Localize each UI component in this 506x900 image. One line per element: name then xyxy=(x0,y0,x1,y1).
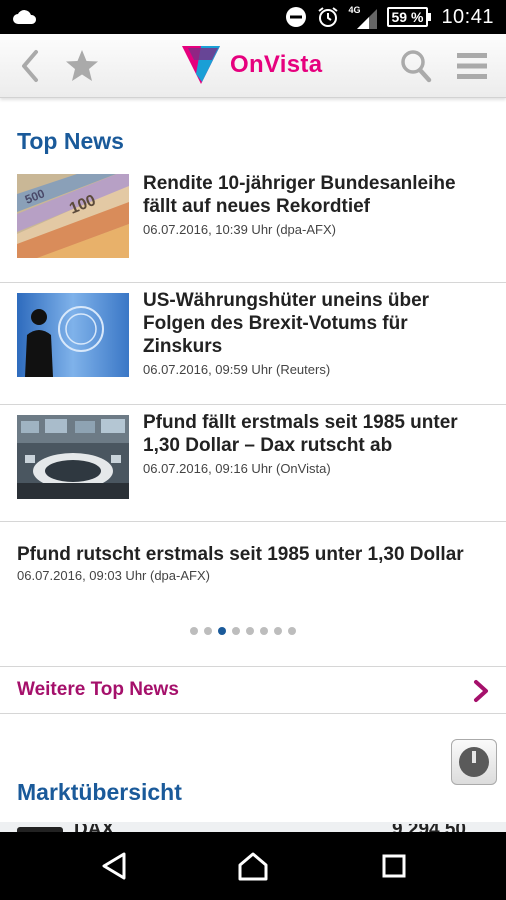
battery-tip xyxy=(428,13,432,21)
system-navigation-bar xyxy=(0,832,506,900)
main-content[interactable]: Top News 100 500 Rendite 10-jähriger Bun… xyxy=(0,98,506,832)
news-item[interactable]: Pfund fällt erstmals seit 1985 unter 1,3… xyxy=(0,412,506,515)
onvista-logo[interactable]: OnVista xyxy=(182,46,322,84)
app-header: OnVista xyxy=(0,34,506,98)
news-text: US-Währungshüter uneins über Folgen des … xyxy=(143,289,488,377)
news-item[interactable]: Pfund rutscht erstmals seit 1985 unter 1… xyxy=(0,543,506,607)
status-clock: 10:41 xyxy=(441,5,494,28)
top-news-title: Top News xyxy=(17,128,124,154)
signal-strength-icon xyxy=(356,9,377,29)
hamburger-menu-icon xyxy=(457,53,487,79)
alarm-icon xyxy=(317,7,338,27)
pager-dot[interactable] xyxy=(260,627,268,635)
trading-floor-image xyxy=(17,415,129,499)
market-row[interactable]: DAX 9.294,50 xyxy=(0,822,506,832)
index-name: DAX xyxy=(74,824,114,832)
onvista-logo-mark xyxy=(182,46,220,84)
home-icon xyxy=(238,852,268,881)
cloud-sync-icon xyxy=(13,10,37,24)
pager-dot[interactable] xyxy=(246,627,254,635)
nav-home-button[interactable] xyxy=(235,848,271,884)
battery-label: 59 % xyxy=(386,7,429,27)
triangle-back-icon xyxy=(102,852,126,880)
nav-recents-button[interactable] xyxy=(376,848,412,884)
news-item[interactable]: US-Währungshüter uneins über Folgen des … xyxy=(0,290,506,403)
carousel-pager[interactable] xyxy=(190,627,296,635)
recent-apps-icon xyxy=(382,854,406,878)
pager-dot[interactable] xyxy=(204,627,212,635)
search-button[interactable] xyxy=(396,46,436,86)
news-thumbnail xyxy=(17,293,129,377)
market-overview-title: Marktübersicht xyxy=(17,779,182,805)
news-meta: 06.07.2016, 09:59 Uhr (Reuters) xyxy=(143,362,331,377)
more-top-news-link[interactable]: Weitere Top News xyxy=(0,666,506,714)
pager-dot[interactable] xyxy=(274,627,282,635)
news-text: Pfund fällt erstmals seit 1985 unter 1,3… xyxy=(143,411,488,476)
more-top-news-label: Weitere Top News xyxy=(17,679,179,700)
divider xyxy=(0,282,506,283)
news-headline: US-Währungshüter uneins über Folgen des … xyxy=(143,290,430,357)
do-not-disturb-icon xyxy=(285,7,306,27)
star-icon xyxy=(66,50,98,81)
power-button[interactable] xyxy=(451,739,497,785)
news-meta: 06.07.2016, 09:03 Uhr (dpa-AFX) xyxy=(17,568,210,583)
logo-wordmark: OnVista xyxy=(230,51,323,78)
news-text: Rendite 10-jähriger Bundesanleihe fällt … xyxy=(143,172,488,237)
menu-button[interactable] xyxy=(452,46,492,86)
back-button[interactable] xyxy=(10,46,50,86)
news-thumbnail: 100 500 xyxy=(17,174,129,258)
news-headline: Pfund fällt erstmals seit 1985 unter 1,3… xyxy=(143,412,458,456)
divider xyxy=(0,404,506,405)
nav-back-button[interactable] xyxy=(96,848,132,884)
pager-dot[interactable] xyxy=(190,627,198,635)
search-icon xyxy=(401,50,432,83)
federal-reserve-image xyxy=(17,293,129,377)
pager-dot[interactable] xyxy=(288,627,296,635)
news-thumbnail xyxy=(17,415,129,499)
status-bar: 4G 59 % 10:41 xyxy=(0,0,506,34)
divider xyxy=(0,521,506,522)
news-meta: 06.07.2016, 09:16 Uhr (OnVista) xyxy=(143,461,331,476)
chevron-left-icon xyxy=(22,50,38,82)
pager-dot[interactable] xyxy=(232,627,240,635)
favorite-button[interactable] xyxy=(62,46,102,86)
battery-indicator: 59 % xyxy=(386,7,432,27)
power-icon xyxy=(459,747,489,777)
news-item[interactable]: 100 500 Rendite 10-jähriger Bundesanleih… xyxy=(0,172,506,281)
index-value: 9.294,50 xyxy=(392,824,466,832)
signal-indicator: 4G xyxy=(349,5,377,29)
news-headline: Pfund rutscht erstmals seit 1985 unter 1… xyxy=(17,544,464,565)
pager-dot[interactable] xyxy=(218,627,226,635)
news-meta: 06.07.2016, 10:39 Uhr (dpa-AFX) xyxy=(143,222,336,237)
euro-banknotes-image: 100 500 xyxy=(17,174,129,258)
news-text: Pfund rutscht erstmals seit 1985 unter 1… xyxy=(17,543,488,583)
news-headline: Rendite 10-jähriger Bundesanleihe fällt … xyxy=(143,173,456,217)
chevron-right-icon xyxy=(474,680,488,702)
